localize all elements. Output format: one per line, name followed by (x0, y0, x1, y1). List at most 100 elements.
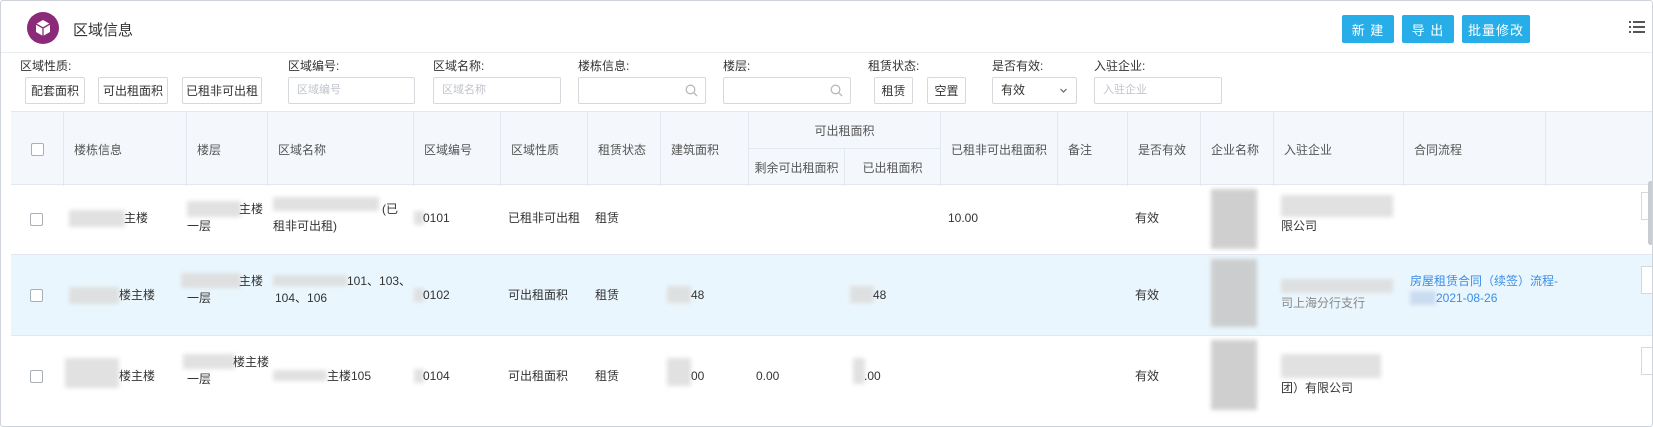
cell-area-name-line1: 101、103、 (347, 274, 412, 288)
floor-search-input[interactable] (723, 77, 851, 104)
area-nature-option-rented-nonrentable[interactable]: 已租非可出租 (182, 77, 262, 104)
cell-building: 主楼 (124, 211, 149, 225)
redacted-block (183, 354, 235, 369)
col-company[interactable]: 企业名称 (1201, 112, 1274, 186)
col-remark[interactable]: 备注 (1058, 112, 1128, 186)
col-group-rentable: 可出租面积 (749, 112, 941, 149)
valid-select[interactable]: 有效 (992, 77, 1077, 104)
cell-lease-status: 租赁 (595, 288, 620, 302)
new-button[interactable]: 新 建 (1342, 15, 1394, 43)
cell-tenant: 团）有限公司 (1281, 381, 1354, 395)
chevron-down-icon (1060, 88, 1067, 93)
cell-valid: 有效 (1135, 211, 1160, 225)
cell-area-name-line1: (已 (382, 202, 398, 216)
redacted-block (1211, 259, 1257, 327)
table-row[interactable]: 楼主楼 主楼 一层 101、103、 104、106 0102 可出租面积 租赁… (11, 255, 1652, 336)
cell-area-code: 0104 (423, 369, 450, 383)
cell-area-name-line2: 租非可出租) (273, 219, 337, 233)
vertical-scrollbar[interactable] (1648, 181, 1652, 245)
redacted-block (1211, 340, 1257, 410)
redacted-block (69, 210, 125, 227)
redacted-block (273, 370, 327, 381)
cell-building: 楼主楼 (119, 369, 156, 383)
filter-label-lease-status: 租赁状态: (868, 59, 920, 73)
redacted-block (1281, 354, 1381, 378)
col-valid[interactable]: 是否有效 (1128, 112, 1201, 186)
cell-area-nature: 可出租面积 (508, 288, 569, 302)
table-header: 楼栋信息 楼层 区域名称 区域编号 区域性质 租赁状态 建筑面积 可出租面积 剩… (11, 111, 1652, 186)
filter-label-building: 楼栋信息: (578, 59, 630, 73)
search-icon[interactable] (830, 84, 843, 97)
col-lease-status[interactable]: 租赁状态 (588, 112, 661, 186)
list-menu-icon[interactable] (1629, 19, 1645, 35)
contract-link-line2[interactable]: 2021-08-26 (1436, 290, 1497, 307)
redacted-block (1211, 189, 1257, 249)
row-action-partial[interactable] (1641, 266, 1652, 294)
area-nature-option-rentable[interactable]: 可出租面积 (98, 77, 168, 104)
contract-link-line1[interactable]: 房屋租赁合同（续签）流程- (1410, 273, 1558, 290)
redacted-block (1281, 195, 1393, 217)
cell-floor-line1: 主楼 (239, 202, 264, 216)
col-actions-partial: 操 (1546, 112, 1652, 186)
col-rented-nonrentable[interactable]: 已租非可出租面积 (941, 112, 1058, 186)
table-row[interactable]: 主楼 主楼 一层 (已 租非可出租) 0101 已租非可出租 租赁 10.00 … (11, 185, 1652, 255)
redacted-block (667, 358, 691, 386)
filter-label-area-nature: 区域性质: (20, 59, 72, 73)
cell-valid: 有效 (1135, 288, 1160, 302)
cell-area-nature: 可出租面积 (508, 369, 569, 383)
col-area-code[interactable]: 区域编号 (414, 112, 501, 186)
col-rented[interactable]: 已出租面积 (845, 149, 941, 186)
redacted-block (1281, 279, 1393, 293)
select-all-checkbox[interactable] (30, 142, 44, 156)
cell-tenant: 司上海分行支行 (1281, 296, 1366, 310)
cell-build-area: 00 (691, 369, 705, 383)
cell-floor-line1: 主楼 (239, 274, 264, 288)
search-icon[interactable] (685, 84, 698, 97)
filter-label-valid: 是否有效: (992, 59, 1044, 73)
col-tenant[interactable]: 入驻企业 (1274, 112, 1404, 186)
row-checkbox[interactable] (30, 289, 43, 302)
row-action-partial[interactable] (1641, 347, 1652, 375)
cell-rented: 48 (873, 288, 887, 302)
col-area-name[interactable]: 区域名称 (268, 112, 414, 186)
cell-valid: 有效 (1135, 369, 1160, 383)
cell-rented-nonrentable: 10.00 (948, 211, 979, 225)
redacted-block (273, 275, 347, 286)
redacted-block (181, 273, 241, 288)
area-code-input[interactable]: 区域编号 (288, 77, 415, 104)
tenant-input[interactable]: 入驻企业 (1094, 77, 1222, 104)
col-building[interactable]: 楼栋信息 (64, 112, 187, 186)
cell-floor-line2: 一层 (187, 372, 212, 386)
batch-edit-button[interactable]: 批量修改 (1462, 15, 1530, 43)
table-row[interactable]: 楼主楼 楼主楼 一层 主楼105 0104 可出租面积 租赁 00 0.00 .… (11, 336, 1652, 418)
area-nature-option-supporting[interactable]: 配套面积 (25, 77, 85, 104)
redacted-block (187, 201, 241, 217)
filter-label-tenant: 入驻企业: (1094, 59, 1146, 73)
filter-label-floor: 楼层: (723, 59, 751, 73)
col-remaining[interactable]: 剩余可出租面积 (749, 149, 845, 186)
valid-select-value: 有效 (1001, 83, 1026, 97)
row-checkbox[interactable] (30, 370, 43, 383)
col-build-area[interactable]: 建筑面积 (661, 112, 749, 186)
page-header: 区域信息 新 建 导 出 批量修改 (1, 1, 1652, 53)
app-window: 区域信息 新 建 导 出 批量修改 区域性质: 配套面积 可出租面积 已租非可出… (0, 0, 1653, 427)
cell-lease-status: 租赁 (595, 211, 620, 225)
cell-area-code: 0101 (423, 211, 450, 225)
redacted-block (69, 287, 119, 304)
col-floor[interactable]: 楼层 (187, 112, 268, 186)
cell-floor-line1: 楼主楼 (233, 355, 270, 369)
page-title: 区域信息 (73, 22, 134, 39)
col-contract[interactable]: 合同流程 (1404, 112, 1546, 186)
building-search-input[interactable] (578, 77, 706, 104)
row-checkbox[interactable] (30, 213, 43, 226)
export-button[interactable]: 导 出 (1402, 15, 1454, 43)
col-area-nature[interactable]: 区域性质 (501, 112, 588, 186)
cell-floor-line2: 一层 (187, 219, 212, 233)
area-name-input[interactable]: 区域名称 (433, 77, 561, 104)
header-select-all (11, 112, 64, 186)
filter-label-area-code: 区域编号: (288, 59, 340, 73)
cell-floor-line2: 一层 (187, 291, 212, 305)
lease-status-option-vacant[interactable]: 空置 (927, 77, 966, 104)
lease-status-option-leased[interactable]: 租赁 (874, 77, 913, 104)
cube-logo-icon (27, 12, 59, 44)
